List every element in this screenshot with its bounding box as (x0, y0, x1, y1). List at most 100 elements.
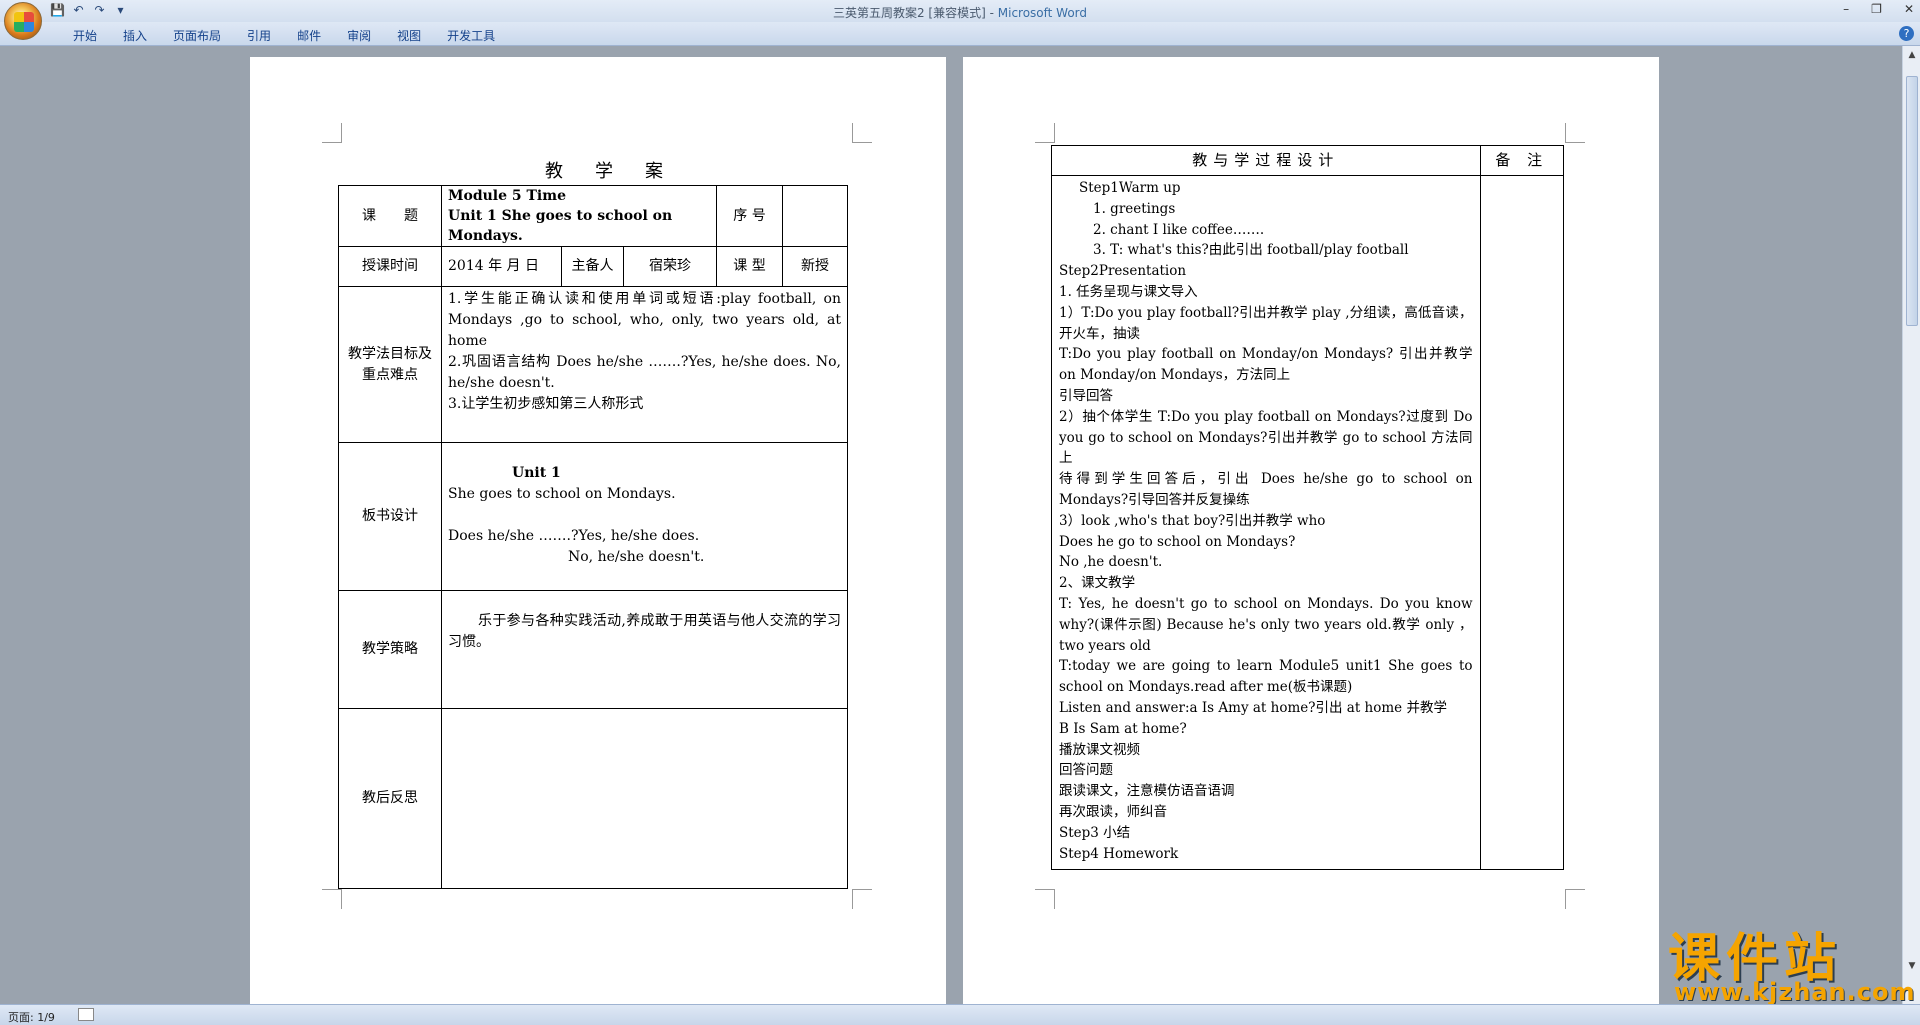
page-2: 教与学过程设计 备 注 Step1Warm up 1. greetings 2.… (963, 57, 1659, 1004)
type-label: 课 型 (716, 246, 783, 287)
page-separator (946, 57, 963, 1004)
step-line: 跟读课文，注意模仿语音语调 (1059, 783, 1235, 800)
board-label: 板书设计 (338, 442, 442, 591)
status-bar: 页面: 1/9 (0, 1004, 1920, 1025)
office-button[interactable] (4, 2, 42, 40)
proofing-icon[interactable] (78, 1008, 94, 1021)
type-value: 新授 (782, 246, 848, 287)
redo-icon[interactable]: ↷ (92, 3, 107, 18)
board-line-3: No, he/she doesn't. (568, 549, 705, 565)
app-name: Microsoft Word (997, 6, 1088, 20)
tab-mailings[interactable]: 邮件 (284, 27, 334, 44)
strategy-text: 乐于参与各种实践活动,养成敢于用英语与他人交流的学习习惯。 (441, 590, 848, 709)
step-line: 待得到学生回答后，引出 Does he/she go to school on … (1059, 471, 1473, 508)
step-line: 引导回答 (1059, 387, 1113, 404)
close-button[interactable]: ✕ (1904, 2, 1914, 16)
tab-developer[interactable]: 开发工具 (434, 27, 508, 44)
preparer-value: 宿荣珍 (623, 246, 717, 287)
crop-mark (1035, 889, 1055, 909)
step-line: Step4 Homework (1059, 845, 1179, 862)
goals-label: 教学法目标及重点难点 (338, 286, 442, 443)
board-line-2: Does he/she …….?Yes, he/she does. (448, 528, 700, 544)
tab-insert[interactable]: 插入 (110, 27, 160, 44)
topic-cell: Module 5 Time Unit 1 She goes to school … (441, 185, 717, 247)
step-line: 2、课文教学 (1059, 575, 1136, 592)
step-line: Listen and answer:a Is Amy at home?引出 at… (1059, 699, 1447, 716)
time-label: 授课时间 (338, 246, 442, 287)
watermark-url: www.kjzhan.com (1674, 978, 1916, 1006)
crop-mark (852, 123, 872, 143)
scroll-thumb[interactable] (1906, 76, 1918, 326)
strategy-label: 教学策略 (338, 590, 442, 709)
doc-title: 教学案 (545, 161, 695, 182)
step-line: Does he go to school on Mondays? (1059, 533, 1296, 550)
crop-mark (322, 889, 342, 909)
step-line: 2. chant I like coffee……. (1093, 221, 1265, 238)
seq-value (782, 185, 848, 247)
step-line: 播放课文视频 (1059, 741, 1140, 758)
customize-qat-icon[interactable]: ▾ (113, 3, 128, 18)
restore-button[interactable]: ❐ (1871, 2, 1882, 16)
reflection-cell (441, 708, 848, 889)
topic-line-1: Module 5 Time (448, 188, 566, 204)
step-line: B Is Sam at home? (1059, 720, 1187, 737)
step-line: T:Do you play football on Monday/on Mond… (1059, 346, 1473, 384)
reflection-label: 教后反思 (338, 708, 442, 889)
crop-mark (1565, 889, 1585, 909)
document-name: 三英第五周教案2 [兼容模式] (832, 6, 986, 20)
title-separator: - (985, 6, 998, 20)
tab-page-layout[interactable]: 页面布局 (160, 27, 234, 44)
process-cell: Step1Warm up 1. greetings 2. chant I lik… (1051, 175, 1481, 870)
ribbon: 开始 插入 页面布局 引用 邮件 审阅 视图 开发工具 ? (0, 22, 1920, 46)
title-bar: 三英第五周教案2 [兼容模式] - Microsoft Word 💾 ↶ ↷ ▾… (0, 0, 1920, 22)
step-line: 2）抽个体学生 T:Do you play football on Monday… (1059, 408, 1473, 467)
scroll-down-icon[interactable]: ▼ (1906, 961, 1918, 973)
page-indicator[interactable]: 页面: 1/9 (8, 1009, 55, 1025)
board-cell: Unit 1 She goes to school on Mondays. Do… (441, 442, 848, 591)
goals-cell: 1.学生能正确认读和使用单词或短语:play football, on Mond… (441, 286, 848, 443)
tab-view[interactable]: 视图 (384, 27, 434, 44)
tab-references[interactable]: 引用 (234, 27, 284, 44)
crop-mark (322, 123, 342, 143)
crop-mark (1035, 123, 1055, 143)
goal-item: 2.巩固语言结构 Does he/she …….?Yes, he/she doe… (448, 354, 841, 391)
topic-label: 课 题 (338, 185, 442, 247)
minimize-button[interactable]: – (1843, 2, 1849, 16)
time-value: 2014 年 月 日 (441, 246, 562, 287)
scroll-up-icon[interactable]: ▲ (1906, 50, 1918, 62)
tab-home[interactable]: 开始 (60, 27, 110, 44)
watermark-logo: 课件站 www.kjzhan.com (1668, 930, 1914, 1006)
goal-item: 1.学生能正确认读和使用单词或短语:play football, on Mond… (448, 291, 841, 349)
step-line: Step1Warm up (1079, 180, 1181, 196)
crop-mark (852, 889, 872, 909)
ribbon-tabs: 开始 插入 页面布局 引用 邮件 审阅 视图 开发工具 (60, 27, 508, 44)
help-icon[interactable]: ? (1899, 26, 1914, 41)
undo-icon[interactable]: ↶ (71, 3, 86, 18)
step-line: 回答问题 (1059, 762, 1113, 779)
process-table: 教与学过程设计 备 注 Step1Warm up 1. greetings 2.… (1051, 145, 1564, 870)
step-line: 1）T:Do you play football?引出并教学 play ,分组读… (1059, 304, 1473, 342)
topic-line-2: Unit 1 She goes to school on Mondays. (448, 208, 673, 244)
goal-item: 3.让学生初步感知第三人称形式 (448, 396, 644, 412)
vertical-scrollbar[interactable]: ▲ ▼ (1902, 46, 1920, 1004)
step-line: No ,he doesn't. (1059, 554, 1163, 571)
preparer-label: 主备人 (561, 246, 624, 287)
notes-cell (1479, 175, 1564, 870)
window-title: 三英第五周教案2 [兼容模式] - Microsoft Word (0, 4, 1920, 21)
board-blank (448, 505, 841, 526)
lesson-info-table: 课 题 Module 5 Time Unit 1 She goes to sch… (338, 185, 848, 889)
step-line: 再次跟读，师纠音 (1059, 803, 1167, 820)
tab-review[interactable]: 审阅 (334, 27, 384, 44)
page-1: 教学案 课 题 Module 5 Time Unit 1 She goes to… (250, 57, 946, 1004)
crop-mark (1565, 123, 1585, 143)
board-title: Unit 1 (512, 465, 561, 481)
process-header: 教与学过程设计 (1051, 145, 1481, 176)
step-line: 3. T: what's this?由此引出 football/play foo… (1093, 242, 1409, 259)
save-icon[interactable]: 💾 (50, 3, 65, 18)
seq-label: 序 号 (716, 185, 783, 247)
step-line: T: Yes, he doesn't go to school on Monda… (1059, 595, 1473, 654)
office-logo-icon (14, 12, 34, 32)
window-controls: – ❐ ✕ (1843, 2, 1914, 16)
step-line: Step3 小结 (1059, 824, 1131, 841)
quick-access-toolbar: 💾 ↶ ↷ ▾ (50, 3, 128, 18)
